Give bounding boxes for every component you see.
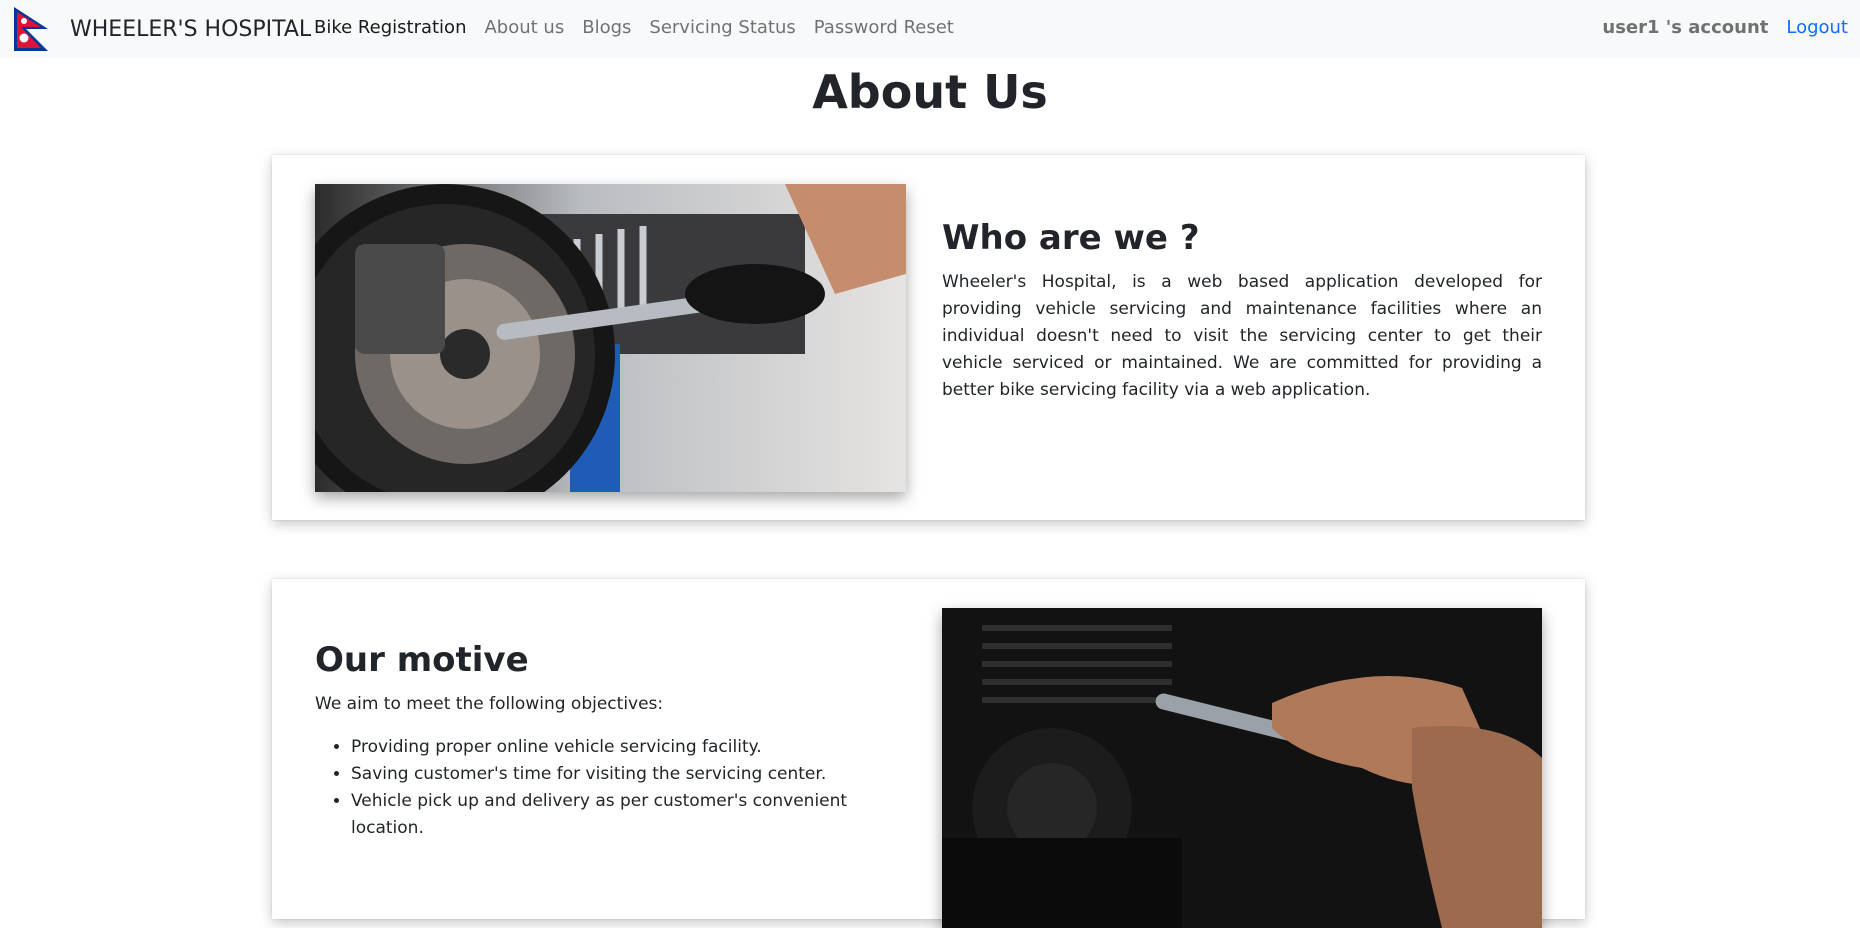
who-are-we-text: Who are we ? Wheeler's Hospital, is a we… [942, 217, 1542, 404]
our-motive-text: Our motive We aim to meet the following … [315, 639, 915, 842]
page-title: About Us [812, 65, 1048, 119]
list-item: Providing proper online vehicle servicin… [351, 734, 915, 761]
list-item: Vehicle pick up and delivery as per cust… [351, 788, 915, 842]
account-label: user1 's account [1602, 16, 1769, 38]
our-motive-heading: Our motive [315, 640, 529, 680]
nav-link-bike-registration[interactable]: Bike Registration [314, 17, 466, 38]
who-are-we-description: Wheeler's Hospital, is a web based appli… [942, 272, 1542, 400]
brand-name: WHEELER'S HOSPITAL [70, 16, 312, 42]
nav-account-area: user1 's account Logout [1602, 0, 1848, 54]
nepal-flag-icon [14, 7, 48, 51]
nav-link-password-reset[interactable]: Password Reset [814, 17, 954, 38]
objectives-intro: We aim to meet the following objectives: [315, 694, 664, 714]
objectives-list: Providing proper online vehicle servicin… [315, 734, 915, 842]
top-navbar: WHEELER'S HOSPITAL Bike Registration Abo… [0, 0, 1860, 58]
nav-links: Bike Registration About us Blogs Servici… [314, 0, 972, 54]
logout-link[interactable]: Logout [1786, 17, 1848, 38]
engine-repair-image [942, 608, 1542, 928]
who-are-we-heading: Who are we ? [942, 218, 1200, 258]
nav-link-about-us[interactable]: About us [484, 17, 564, 38]
nav-link-blogs[interactable]: Blogs [582, 17, 631, 38]
bike-wheel-repair-image [315, 184, 906, 492]
nav-link-servicing-status[interactable]: Servicing Status [649, 17, 795, 38]
who-are-we-card: Who are we ? Wheeler's Hospital, is a we… [272, 155, 1585, 520]
our-motive-card: Our motive We aim to meet the following … [272, 579, 1585, 928]
list-item: Saving customer's time for visiting the … [351, 761, 915, 788]
brand[interactable]: WHEELER'S HOSPITAL [12, 5, 311, 53]
